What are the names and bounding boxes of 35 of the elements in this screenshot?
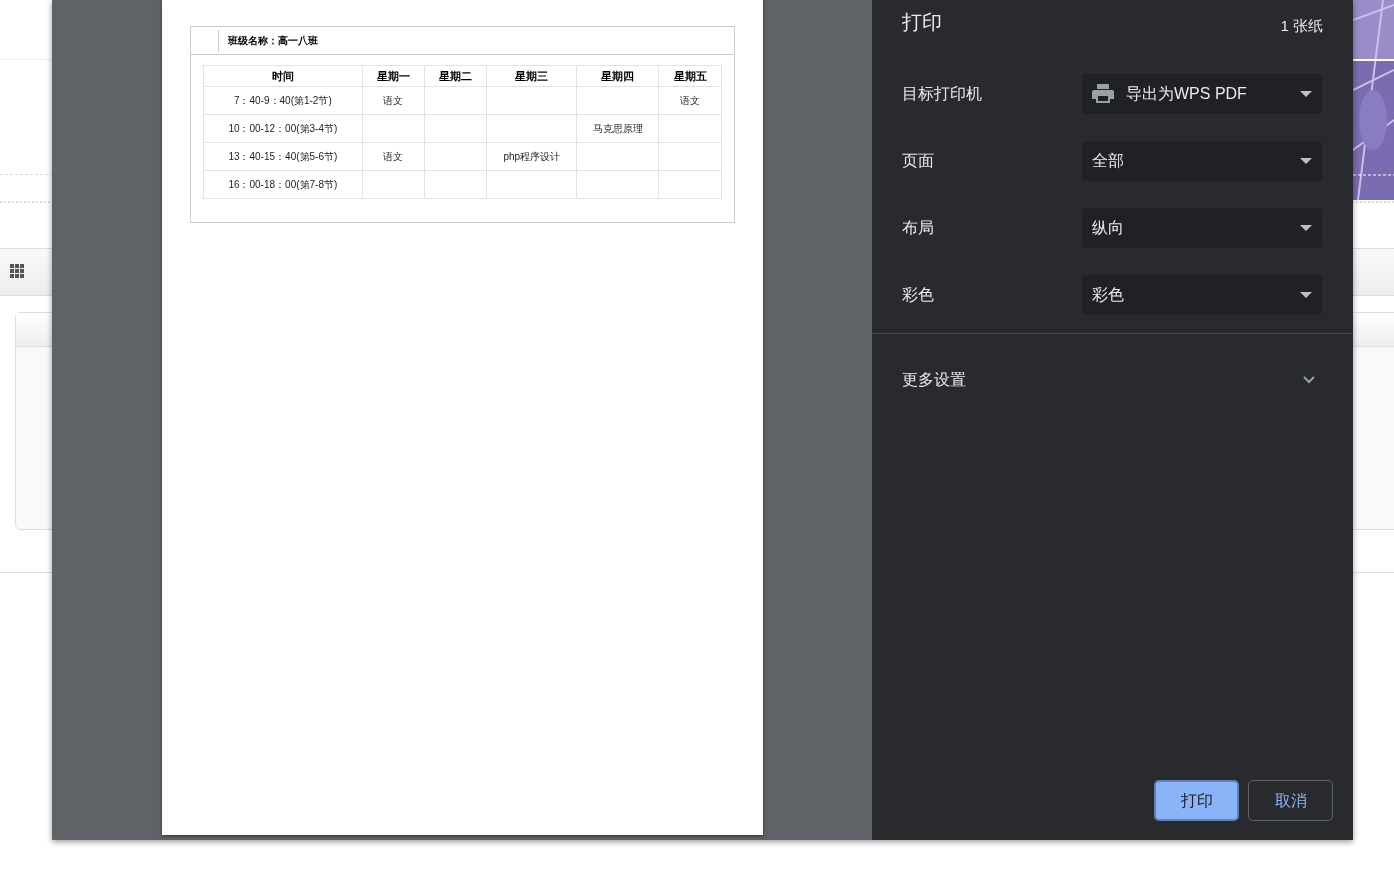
print-button[interactable]: 打印 xyxy=(1154,780,1239,821)
printer-icon xyxy=(1092,83,1114,104)
sheet-count: 1 张纸 xyxy=(1280,16,1323,36)
dialog-title: 打印 xyxy=(902,10,942,35)
caret-icon xyxy=(1300,90,1312,97)
caret-icon xyxy=(1300,157,1312,164)
table-cell: 16：00-18：00(第7-8节) xyxy=(228,179,338,190)
cancel-button[interactable]: 取消 xyxy=(1248,780,1333,821)
column-header: 时间 xyxy=(203,65,363,87)
dropdown[interactable]: 全部 xyxy=(1082,140,1322,181)
caret-icon xyxy=(1300,291,1312,298)
caret-icon xyxy=(1300,224,1312,231)
table-cell: 马克思原理 xyxy=(592,123,643,134)
field-label: 彩色 xyxy=(902,284,935,305)
table-cell: 10：00-12：00(第3-4节) xyxy=(228,123,338,134)
dropdown[interactable]: 彩色 xyxy=(1082,274,1322,315)
column-header: 星期四 xyxy=(576,65,659,87)
dropdown[interactable]: 纵向 xyxy=(1082,207,1322,248)
more-settings-toggle[interactable]: 更多设置 xyxy=(872,334,1353,426)
field-label: 布局 xyxy=(902,217,935,238)
column-header: 星期三 xyxy=(486,65,577,87)
grid-icon[interactable] xyxy=(10,264,24,278)
table-cell: 语文 xyxy=(383,151,404,162)
table-cell: 13：40-15：40(第5-6节) xyxy=(228,151,338,162)
column-header: 星期一 xyxy=(362,65,425,87)
dropdown[interactable]: 导出为WPS PDF xyxy=(1082,73,1322,114)
column-header: 星期五 xyxy=(658,65,722,87)
column-header: 星期二 xyxy=(424,65,487,87)
table-cell: 语文 xyxy=(680,95,701,106)
table-cell: 7：40-9：40(第1-2节) xyxy=(233,95,332,106)
table-cell: 语文 xyxy=(383,95,404,106)
field-label: 页面 xyxy=(902,150,935,171)
field-label: 目标打印机 xyxy=(902,83,983,104)
class-name: 班级名称：高一八班 xyxy=(228,34,318,48)
table-cell: php程序设计 xyxy=(503,151,561,162)
